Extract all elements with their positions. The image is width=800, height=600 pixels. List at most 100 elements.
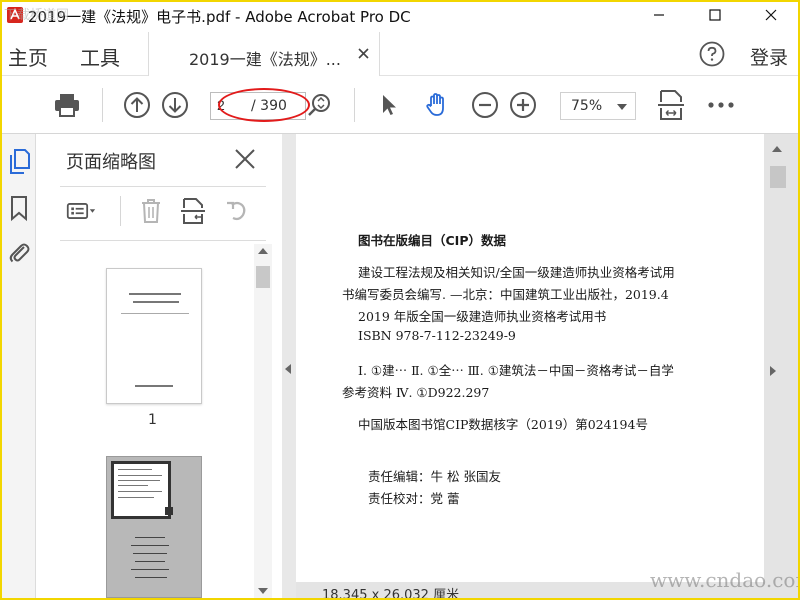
window-title: 2019一建《法规》电子书.pdf - Adobe Acrobat Pro DC xyxy=(28,8,411,26)
rotate-page-button[interactable] xyxy=(222,196,252,226)
cursor-arrow-icon xyxy=(383,95,396,115)
pane-title: 页面缩略图 xyxy=(66,152,156,173)
maximize-icon xyxy=(709,9,721,21)
toolbar-separator xyxy=(354,88,355,122)
menu-bar: 主页 工具 2019一建《法规》... 登录 xyxy=(2,28,798,76)
print-button[interactable] xyxy=(52,90,82,120)
printer-icon xyxy=(55,94,79,117)
collapse-left-arrow-icon[interactable] xyxy=(285,364,291,374)
zoom-select-tool-button[interactable] xyxy=(304,90,334,120)
login-link[interactable]: 登录 xyxy=(750,43,788,70)
plus-circle-icon xyxy=(510,92,536,118)
cip-line: 建设工程法规及相关知识/全国一级建造师执业资格考试用 xyxy=(358,265,675,280)
navigation-rail xyxy=(2,134,36,598)
zoom-level-value: 75% xyxy=(571,98,603,114)
thumbnail-text-line xyxy=(133,553,167,554)
thumbnail-page-number: 1 xyxy=(148,412,157,428)
cip-line: 书编写委员会编写. —北京：中国建筑工业出版社，2019.4 xyxy=(342,287,669,302)
page-thumbnail-2[interactable] xyxy=(106,456,202,598)
scrollbar-thumb[interactable] xyxy=(770,166,786,188)
options-menu-icon xyxy=(66,203,96,219)
document-viewer: 图书在版编目（CIP）数据 建设工程法规及相关知识/全国一级建造师执业资格考试用… xyxy=(296,134,798,600)
red-highlight-ellipse xyxy=(218,88,310,122)
pane-splitter[interactable] xyxy=(282,134,296,598)
hand-tool-button[interactable] xyxy=(422,90,452,120)
thumbnail-text-line xyxy=(131,569,169,570)
cip-proofreader-line: 责任校对：党 蕾 xyxy=(368,491,460,506)
thumbnails-pane: 页面缩略图 1 xyxy=(36,134,282,598)
more-options-button[interactable] xyxy=(706,90,736,120)
cip-line: 中国版本图书馆CIP数据核字（2019）第024194号 xyxy=(358,417,648,432)
cip-line: 2019 年版全国一级建造师执业资格考试用书 xyxy=(358,309,607,324)
chevron-down-icon xyxy=(617,104,627,110)
page-thumbnails-icon[interactable] xyxy=(7,148,31,176)
thumbnail-text-line xyxy=(118,480,160,481)
pane-divider xyxy=(60,240,266,241)
scroll-down-arrow-icon[interactable] xyxy=(258,588,268,594)
expand-right-arrow-icon[interactable] xyxy=(770,366,776,376)
scrollbar-thumb[interactable] xyxy=(256,266,270,288)
close-icon xyxy=(358,48,369,59)
thumbnail-text-line xyxy=(121,313,189,314)
ellipsis-icon xyxy=(708,102,734,108)
previous-page-button[interactable] xyxy=(122,90,152,120)
minimize-button[interactable] xyxy=(636,2,682,28)
arrow-down-circle-icon xyxy=(162,92,188,118)
toolbar: / 390 75% xyxy=(2,76,798,134)
cip-editor-line: 责任编辑：牛 松 张国友 xyxy=(368,469,501,484)
bookmark-icon[interactable] xyxy=(7,194,31,222)
arrow-up-circle-icon xyxy=(124,92,150,118)
cip-line: ISBN 978-7-112-23249-9 xyxy=(358,328,516,343)
page-size-readout: 18.345 x 26.032 厘米 xyxy=(322,588,460,600)
insert-page-icon xyxy=(181,198,205,224)
thumbnail-options-button[interactable] xyxy=(66,196,96,226)
thumbnail-selection-frame xyxy=(111,461,171,519)
attachment-paperclip-icon[interactable] xyxy=(7,238,31,266)
delete-page-button[interactable] xyxy=(136,196,166,226)
pane-divider xyxy=(60,186,266,187)
toolbar-separator xyxy=(102,88,103,122)
document-tab-label: 2019一建《法规》... xyxy=(189,50,341,69)
thumbnail-text-line xyxy=(118,469,152,470)
help-icon[interactable] xyxy=(699,41,725,67)
watermark-bottom-right: www.cndao.com xyxy=(650,568,800,592)
thumbnail-text-line xyxy=(129,293,181,295)
menu-tools[interactable]: 工具 xyxy=(80,42,120,71)
insert-page-button[interactable] xyxy=(178,196,208,226)
zoom-level-dropdown[interactable]: 75% xyxy=(560,92,636,120)
minimize-icon xyxy=(654,14,664,16)
title-bar: 2019一建《法规》电子书.pdf - Adobe Acrobat Pro DC xyxy=(2,2,798,28)
tab-close-button[interactable] xyxy=(358,44,369,64)
cip-line: Ⅰ. ①建⋯ Ⅱ. ①全⋯ Ⅲ. ①建筑法－中国－资格考试－自学 xyxy=(358,363,674,378)
thumbnail-text-line xyxy=(133,301,179,303)
zoom-out-button[interactable] xyxy=(470,90,500,120)
watermark-top-left: 下载桥道网 xyxy=(4,8,70,23)
zoom-in-button[interactable] xyxy=(508,90,538,120)
page-thumbnail-1[interactable] xyxy=(106,268,202,404)
next-page-button[interactable] xyxy=(160,90,190,120)
toolbar-separator xyxy=(120,196,121,226)
thumbnail-text-line xyxy=(135,561,165,562)
thumbnail-text-line xyxy=(118,475,162,476)
close-icon xyxy=(765,9,777,21)
thumbnails-scrollbar[interactable] xyxy=(254,244,272,598)
cip-heading: 图书在版编目（CIP）数据 xyxy=(358,233,506,248)
thumbnail-text-line xyxy=(118,485,148,486)
close-icon[interactable] xyxy=(234,148,256,170)
fit-page-button[interactable] xyxy=(656,90,686,120)
cip-line: 参考资料 Ⅳ. ①D922.297 xyxy=(342,385,490,400)
thumbnail-text-line xyxy=(135,577,167,578)
thumbnail-text-line xyxy=(118,497,154,498)
scroll-up-arrow-icon[interactable] xyxy=(258,248,268,254)
select-tool-button[interactable] xyxy=(374,90,404,120)
maximize-button[interactable] xyxy=(692,2,738,28)
scroll-up-arrow-icon[interactable] xyxy=(772,146,782,152)
pdf-page: 图书在版编目（CIP）数据 建设工程法规及相关知识/全国一级建造师执业资格考试用… xyxy=(296,134,764,582)
zoom-magnifier-icon xyxy=(308,94,330,116)
hand-icon xyxy=(426,93,444,116)
document-tab[interactable]: 2019一建《法规》... xyxy=(148,32,380,76)
close-window-button[interactable] xyxy=(748,2,794,28)
minus-circle-icon xyxy=(472,92,498,118)
menu-home[interactable]: 主页 xyxy=(8,42,48,71)
thumbnail-text-line xyxy=(135,537,165,538)
